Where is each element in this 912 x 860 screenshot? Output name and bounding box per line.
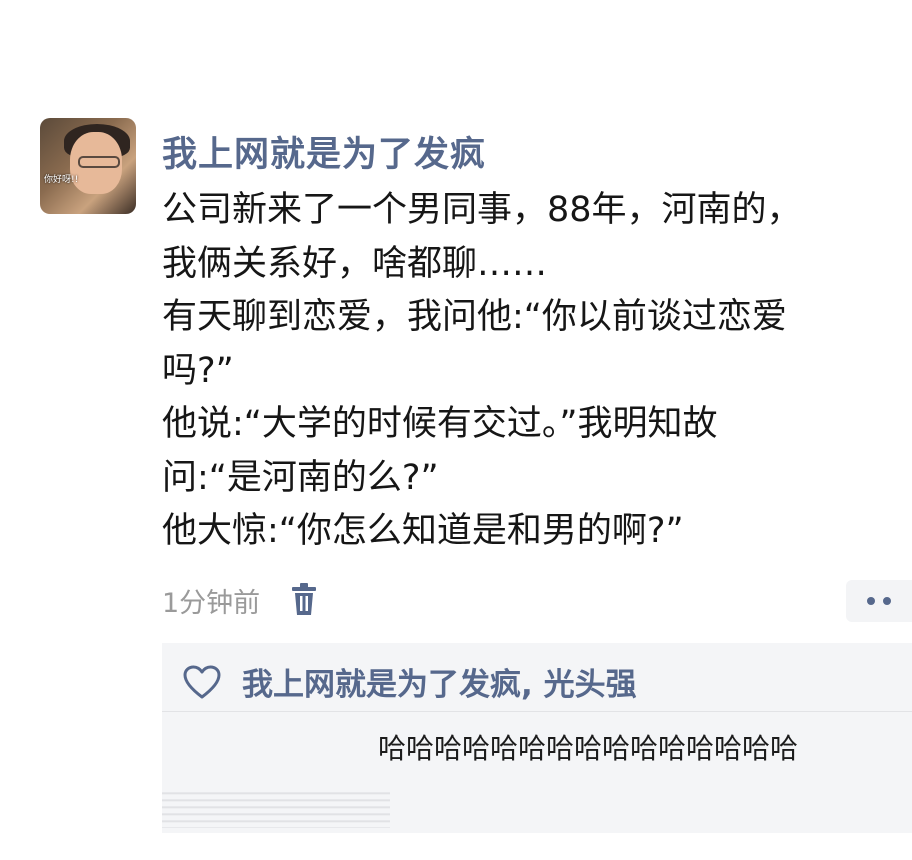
liker-names[interactable]: 我上网就是为了发疯, 光头强 <box>242 659 637 704</box>
blurred-region <box>162 788 390 828</box>
post-timestamp: 1分钟前 <box>162 587 261 619</box>
post-text-line: 他大惊:“你怎么知道是和男的啊?” <box>162 511 684 551</box>
post-username[interactable]: 我上网就是为了发疯 <box>162 126 486 177</box>
post-text-line: 有天聊到恋爱，我问他:“你以前谈过恋爱 <box>162 297 787 337</box>
more-dot <box>867 597 875 605</box>
avatar[interactable]: 你好呀!! <box>40 118 136 214</box>
avatar-glasses <box>78 156 120 168</box>
post-text-line: 吗?” <box>162 350 234 391</box>
post-text-line: 问:“是河南的么?” <box>162 457 439 498</box>
post-text-line: 公司新来了一个男同事，88年，河南的， <box>162 190 802 230</box>
trash-icon[interactable] <box>290 583 318 617</box>
post-body: 公司新来了一个男同事，88年，河南的， 我俩关系好，啥都聊…… 有天聊到恋爱，我… <box>162 184 902 559</box>
post-meta-row: 1分钟前 <box>162 580 318 620</box>
post-text-line: 他说:“大学的时候有交过。”我明知故 <box>162 404 718 444</box>
comment-text: 哈哈哈哈哈哈哈哈哈哈哈哈哈哈哈 <box>378 732 799 765</box>
interaction-panel: 我上网就是为了发疯, 光头强 哈哈哈哈哈哈哈哈哈哈哈哈哈哈哈 <box>162 643 912 833</box>
heart-icon[interactable] <box>182 664 222 700</box>
more-dot <box>883 597 891 605</box>
likes-row: 我上网就是为了发疯, 光头强 <box>182 659 637 704</box>
more-dots-icon[interactable] <box>846 580 912 622</box>
panel-divider <box>162 711 912 712</box>
avatar-caption: 你好呀!! <box>44 175 79 185</box>
post-text-line: 我俩关系好，啥都聊…… <box>162 243 548 284</box>
